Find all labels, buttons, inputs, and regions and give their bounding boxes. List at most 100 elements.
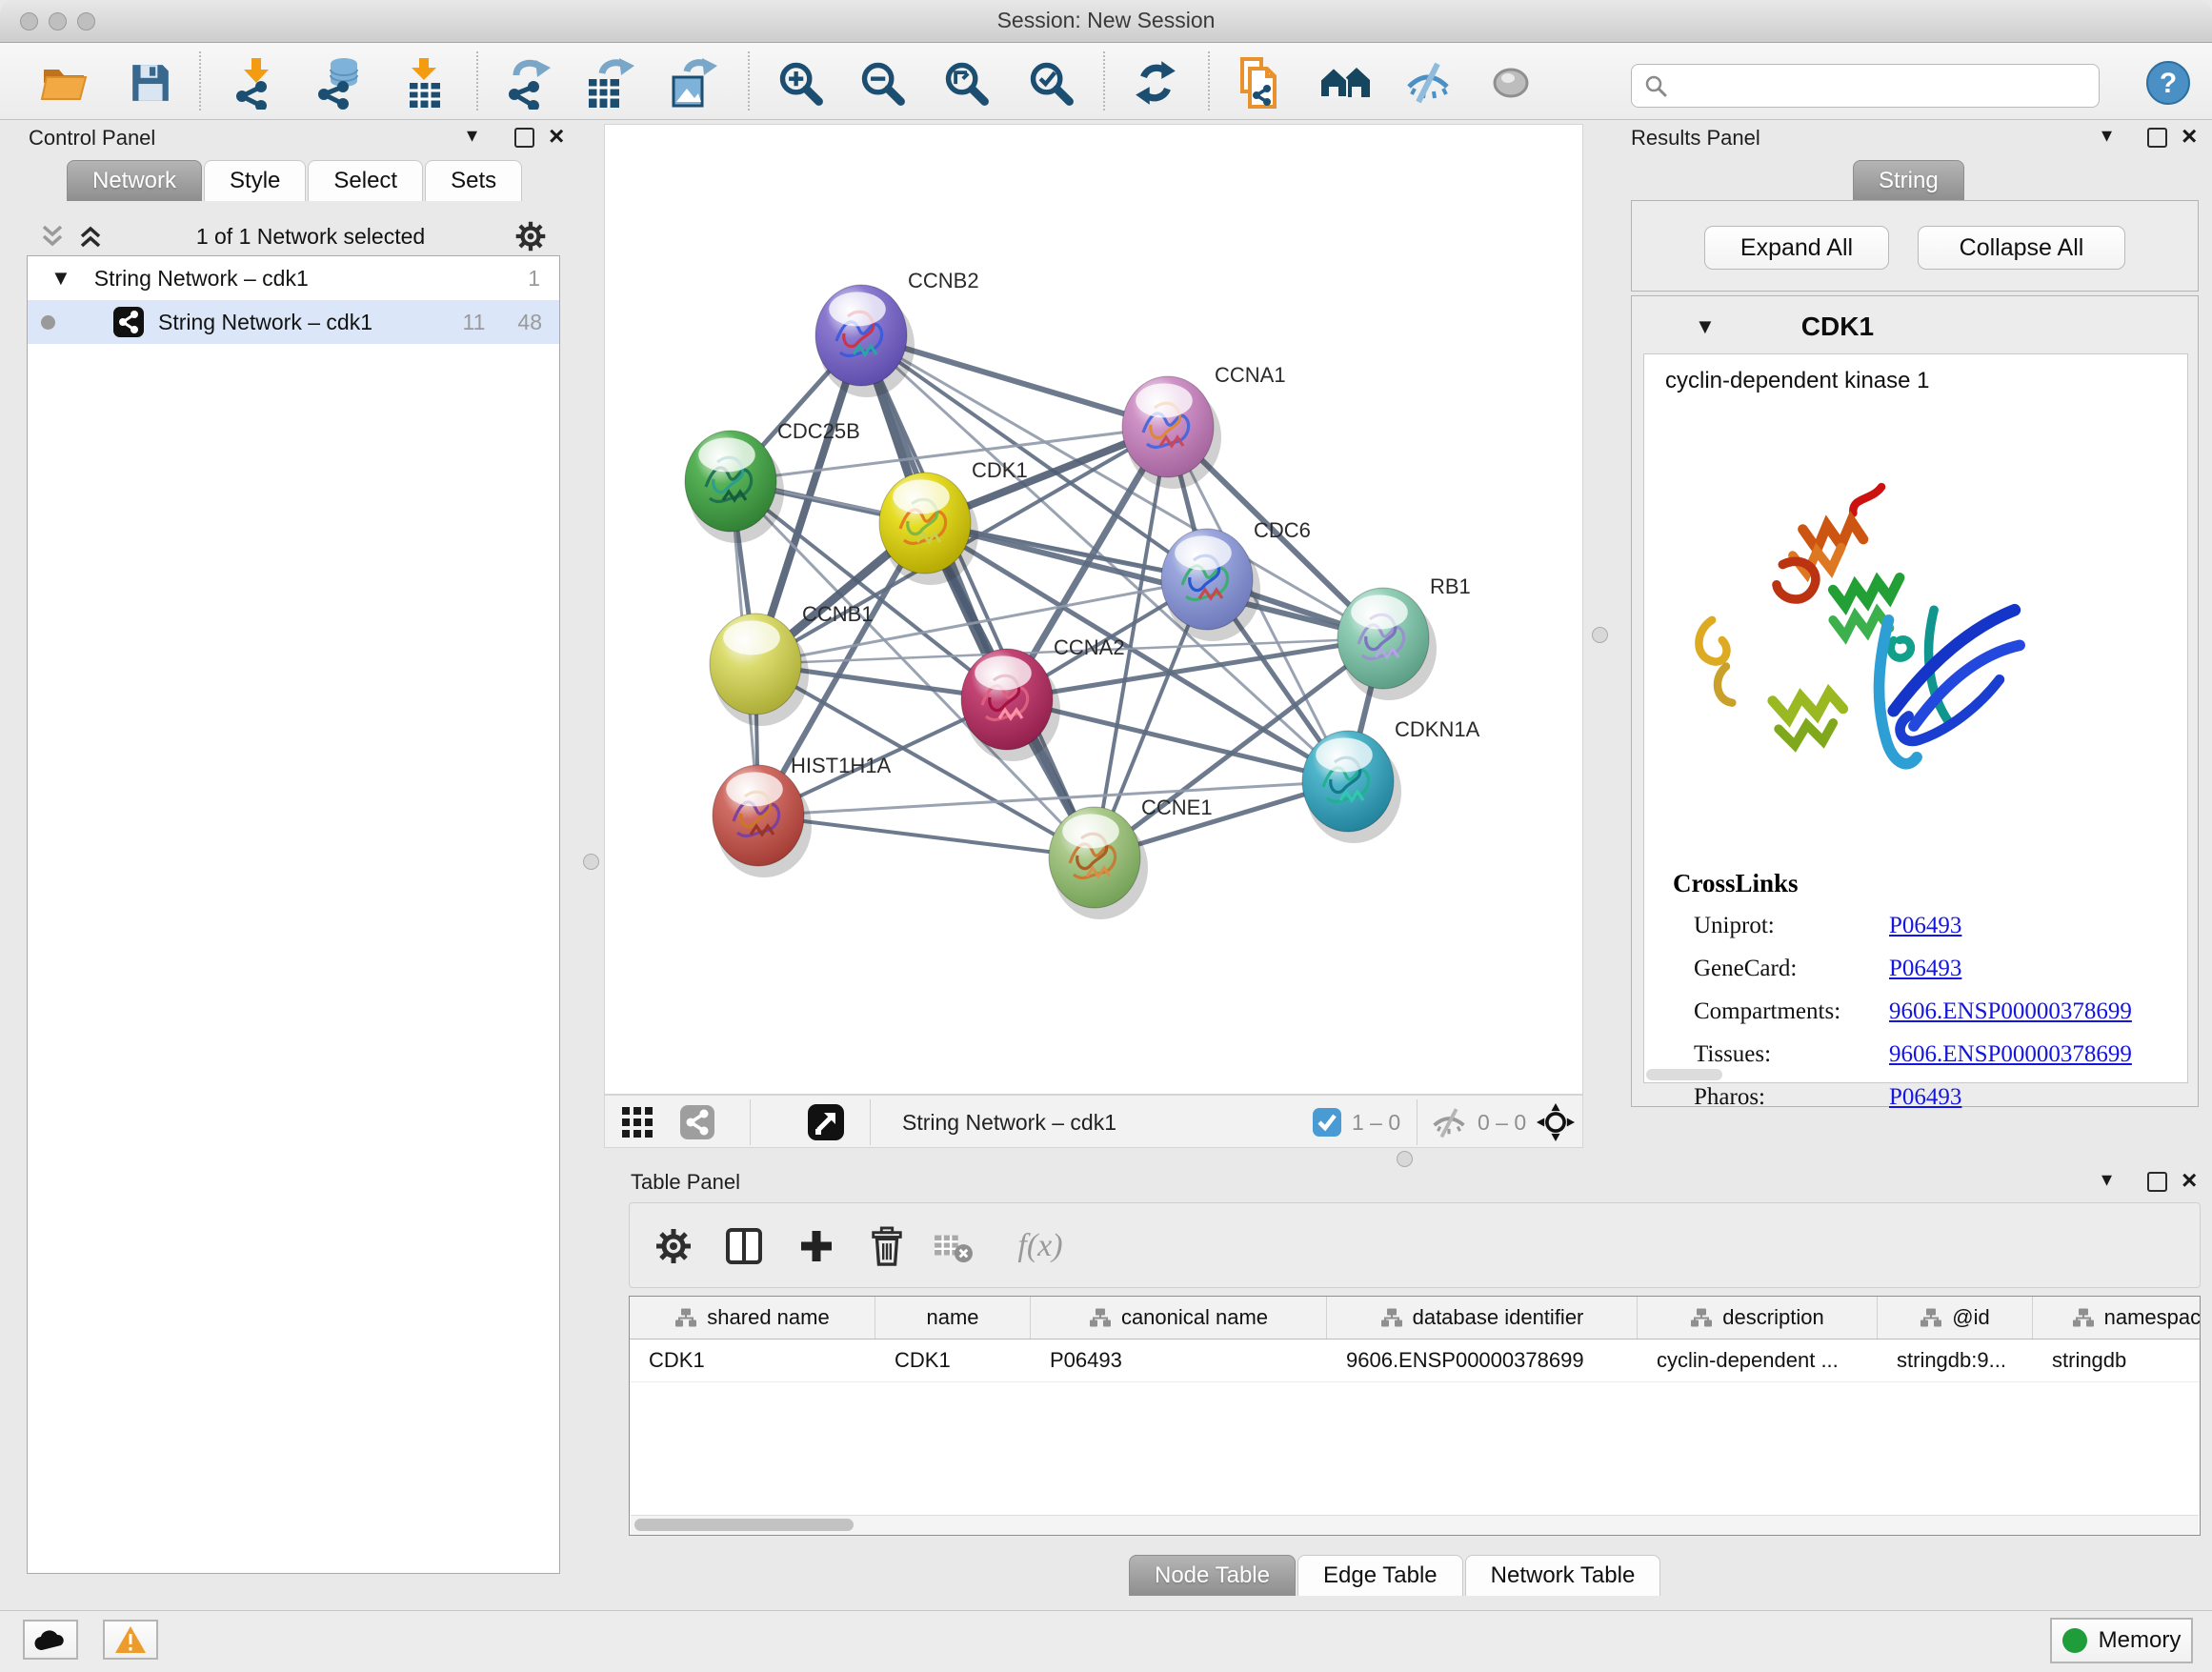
refresh-button[interactable]: [1127, 54, 1184, 111]
tab-network[interactable]: Network: [67, 160, 202, 201]
function-builder-button[interactable]: f(x): [997, 1219, 1083, 1273]
crosslink-value-link[interactable]: 9606.ENSP00000378699: [1889, 998, 2132, 1025]
entry-header[interactable]: ▼ CDK1: [1632, 304, 2198, 350]
network-node-cdc6[interactable]: CDC6: [1161, 518, 1311, 641]
expand-all-icon[interactable]: [78, 224, 107, 249]
gear-icon[interactable]: [514, 220, 547, 252]
table-cell[interactable]: stringdb:9...: [1878, 1340, 2033, 1381]
column-header-namespace[interactable]: namespace: [2033, 1297, 2201, 1339]
share-view-button[interactable]: [679, 1101, 715, 1143]
cloud-status-button[interactable]: [23, 1620, 78, 1660]
network-canvas[interactable]: CCNB2CCNA1CDC25BCDK1CDC6RB1CCNB1CCNA2CDK…: [604, 124, 1583, 1095]
network-node-ccna1[interactable]: CCNA1: [1122, 363, 1286, 489]
tab-style[interactable]: Style: [204, 160, 306, 201]
network-row-selected[interactable]: String Network – cdk1 11 48: [28, 300, 559, 344]
network-node-cdkn1a[interactable]: CDKN1A: [1302, 717, 1480, 843]
selected-checkbox[interactable]: 1 – 0: [1312, 1101, 1400, 1143]
table-hscrollbar[interactable]: [631, 1515, 2199, 1535]
control-panel-close-icon[interactable]: ×: [549, 126, 564, 147]
left-splitter-handle[interactable]: [583, 854, 599, 870]
zoom-selected-button[interactable]: [1022, 54, 1079, 111]
zoom-fit-button[interactable]: [937, 54, 995, 111]
column-header-database-identifier[interactable]: database identifier: [1327, 1297, 1638, 1339]
tab-sets[interactable]: Sets: [425, 160, 522, 201]
delete-column-button[interactable]: [860, 1219, 914, 1273]
network-node-ccna2[interactable]: CCNA2: [961, 635, 1125, 761]
show-columns-button[interactable]: [717, 1219, 771, 1273]
collapse-all-icon[interactable]: [40, 224, 69, 249]
network-edge[interactable]: [861, 335, 1095, 857]
zoom-out-button[interactable]: [854, 54, 911, 111]
table-row[interactable]: CDK1CDK1P064939606.ENSP00000378699cyclin…: [630, 1340, 2200, 1382]
tab-network-table[interactable]: Network Table: [1465, 1555, 1661, 1596]
network-node-ccnb1[interactable]: CCNB1: [710, 602, 874, 726]
results-panel-maximize-icon[interactable]: [2147, 128, 2167, 148]
network-node-ccnb2[interactable]: CCNB2: [815, 269, 979, 397]
tab-string[interactable]: String: [1853, 160, 1964, 201]
export-table-button[interactable]: [581, 54, 638, 111]
results-hscroll-thumb[interactable]: [1646, 1069, 1722, 1080]
fit-selected-button[interactable]: [1537, 1101, 1575, 1143]
node-table[interactable]: shared namenamecanonical namedatabase id…: [629, 1296, 2201, 1536]
table-panel-close-icon[interactable]: ×: [2182, 1170, 2197, 1191]
table-cell[interactable]: CDK1: [875, 1340, 1031, 1381]
column-header-canonical-name[interactable]: canonical name: [1031, 1297, 1327, 1339]
crosslink-value-link[interactable]: P06493: [1889, 956, 1961, 982]
table-settings-button[interactable]: [647, 1219, 700, 1273]
export-network-button[interactable]: [501, 54, 558, 111]
thumbnail-grid-button[interactable]: [620, 1101, 654, 1143]
network-node-ccne1[interactable]: CCNE1: [1049, 796, 1213, 919]
table-cell[interactable]: P06493: [1031, 1340, 1327, 1381]
tree-expander-icon[interactable]: ▼: [50, 266, 71, 291]
tab-select[interactable]: Select: [308, 160, 423, 201]
results-panel-close-icon[interactable]: ×: [2182, 126, 2197, 147]
zoom-in-button[interactable]: [772, 54, 829, 111]
search-box[interactable]: [1631, 64, 2100, 108]
warning-status-button[interactable]: [103, 1620, 158, 1660]
control-panel-maximize-icon[interactable]: [514, 128, 534, 148]
column-header-description[interactable]: description: [1638, 1297, 1878, 1339]
network-collection-row[interactable]: ▼ String Network – cdk1 1: [28, 256, 559, 300]
collapse-all-button[interactable]: Collapse All: [1918, 226, 2125, 270]
add-column-button[interactable]: [790, 1219, 843, 1273]
home-layouts-button[interactable]: [1317, 54, 1374, 111]
crosslink-value-link[interactable]: 9606.ENSP00000378699: [1889, 1041, 2132, 1068]
column-header--id[interactable]: @id: [1878, 1297, 2033, 1339]
table-cell[interactable]: CDK1: [630, 1340, 875, 1381]
hide-unhide-button[interactable]: [1399, 54, 1457, 111]
memory-button[interactable]: Memory: [2050, 1618, 2193, 1663]
help-button[interactable]: ?: [2140, 54, 2197, 111]
results-panel-float-icon[interactable]: ▾: [2101, 126, 2112, 145]
network-node-rb1[interactable]: RB1: [1337, 574, 1471, 700]
tab-edge-table[interactable]: Edge Table: [1297, 1555, 1463, 1596]
table-cell[interactable]: 9606.ENSP00000378699: [1327, 1340, 1638, 1381]
delete-table-button[interactable]: [927, 1219, 980, 1273]
crosslink-value-link[interactable]: P06493: [1889, 1084, 1961, 1111]
import-table-file-button[interactable]: [396, 54, 453, 111]
hidden-indicator[interactable]: 0 – 0: [1430, 1101, 1526, 1143]
import-network-file-button[interactable]: [227, 54, 284, 111]
tab-node-table[interactable]: Node Table: [1129, 1555, 1296, 1596]
export-image-button[interactable]: [664, 54, 721, 111]
entry-collapse-icon[interactable]: ▼: [1695, 314, 1716, 339]
open-session-button[interactable]: [36, 54, 93, 111]
control-panel-float-icon[interactable]: ▾: [467, 126, 477, 145]
search-input[interactable]: [1668, 72, 2072, 99]
import-network-database-button[interactable]: [311, 54, 368, 111]
column-header-shared-name[interactable]: shared name: [630, 1297, 875, 1339]
show-graphics-button[interactable]: [1482, 54, 1539, 111]
birds-eye-view-button[interactable]: [807, 1101, 845, 1143]
column-header-name[interactable]: name: [875, 1297, 1031, 1339]
save-session-button[interactable]: [122, 54, 179, 111]
crosslink-value-link[interactable]: P06493: [1889, 913, 1961, 939]
table-panel-maximize-icon[interactable]: [2147, 1172, 2167, 1192]
table-hscroll-thumb[interactable]: [634, 1519, 854, 1531]
table-panel-float-icon[interactable]: ▾: [2101, 1170, 2112, 1189]
table-cell[interactable]: stringdb: [2033, 1340, 2201, 1381]
expand-all-button[interactable]: Expand All: [1704, 226, 1889, 270]
table-cell[interactable]: cyclin-dependent ...: [1638, 1340, 1878, 1381]
horizontal-splitter-handle[interactable]: [1397, 1151, 1413, 1167]
network-node-hist1h1a[interactable]: HIST1H1A: [713, 754, 891, 877]
string-import-button[interactable]: [1231, 54, 1288, 111]
network-graph[interactable]: CCNB2CCNA1CDC25BCDK1CDC6RB1CCNB1CCNA2CDK…: [605, 125, 1582, 1094]
